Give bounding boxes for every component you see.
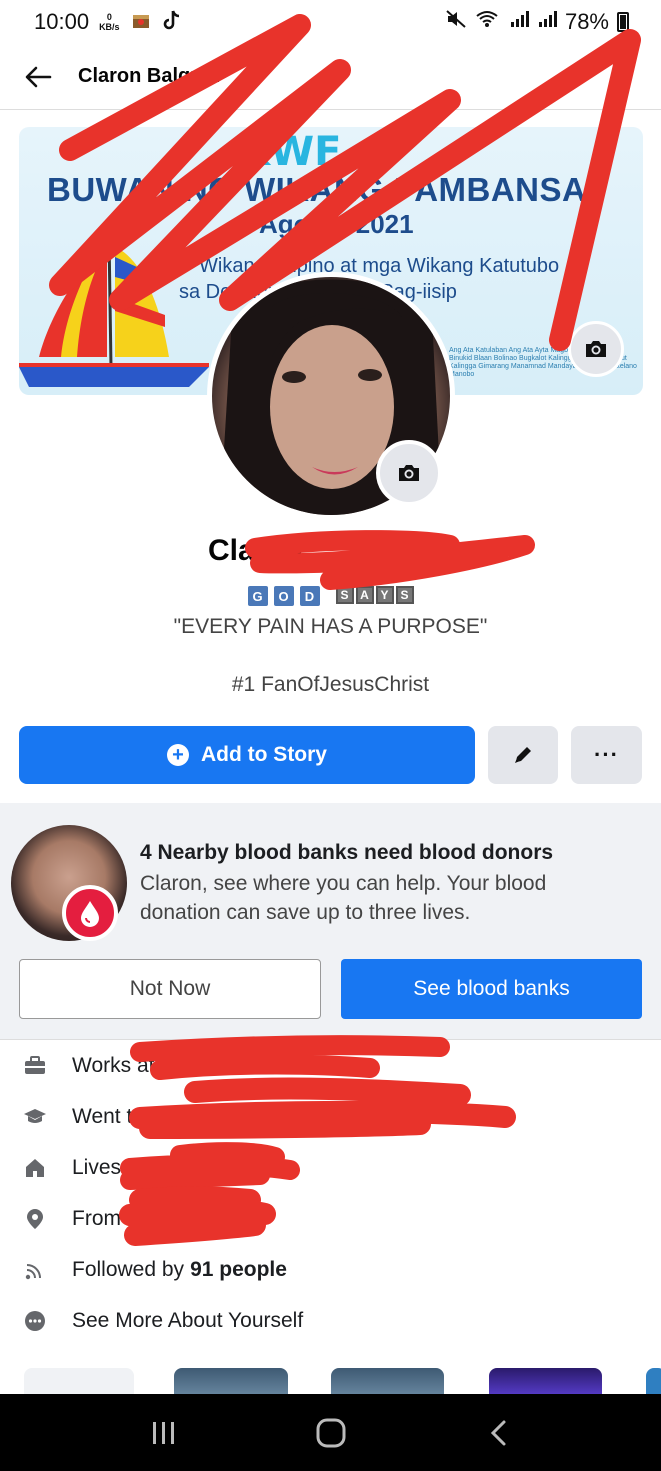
recent-apps-icon[interactable] [134,1408,194,1458]
bio-badge-letter: O [273,586,294,606]
see-more-about-link[interactable]: See More About Yourself [0,1295,661,1346]
home-button-icon[interactable] [301,1408,361,1458]
see-blood-banks-button[interactable]: See blood banks [341,959,642,1019]
detail-work[interactable]: Works at [0,1040,661,1091]
card-title: 4 Nearby blood banks need blood donors [140,841,554,864]
camera-icon [399,465,419,481]
bio-quote: "EVERY PAIN HAS A PURPOSE" [173,615,488,638]
home-icon [0,1158,72,1178]
plus-icon: + [167,744,189,766]
system-navigation-bar [0,1394,661,1471]
signal-icon-1 [509,9,529,35]
rss-icon [0,1260,72,1280]
mute-icon [445,9,467,35]
blood-donation-card: 4 Nearby blood banks need blood donors C… [0,803,661,1040]
bio-badge-letter: Y [375,586,394,604]
more-options-button[interactable]: ··· [571,726,642,784]
battery-percent: 78% [564,9,609,34]
pencil-icon [515,747,531,763]
bio-badge-letter: A [355,586,374,604]
followers-prefix: Followed by [72,1257,185,1281]
location-pin-icon [0,1208,72,1230]
status-bar: 10:00 0 KB/s 78% [0,0,661,44]
bio-badge-letter: G [247,586,268,606]
edit-profile-button[interactable] [488,726,558,784]
cover-logo: KWF [239,129,342,175]
header-profile-name: Claron Balquin [78,65,221,87]
edit-profile-picture-button[interactable] [376,440,442,506]
add-to-story-button[interactable]: + Add to Story [19,726,475,784]
profile-details: Works at Went to Lives in From Followed … [0,1040,661,1346]
bio-badge-letter: S [395,586,414,604]
tiktok-icon [162,9,182,36]
detail-education[interactable]: Went to [0,1091,661,1142]
back-nav-icon[interactable] [468,1408,528,1458]
more-options-label: ··· [594,742,619,767]
profile-name-text: Claron [207,534,303,567]
cover-headline: BUWAN NG WIKANG PAMBANSA [47,171,587,208]
detail-lives[interactable]: Lives in [0,1142,661,1193]
signal-icon-2 [537,9,557,35]
more-dots-icon [0,1310,72,1332]
not-now-button[interactable]: Not Now [19,959,321,1019]
cover-subtitle: Agosto 2021 [259,209,414,239]
data-speed-indicator: 0 KB/s [99,12,120,32]
graduation-cap-icon [0,1107,72,1127]
photo-highlights-strip [0,1366,661,1398]
profile-name: Claron [0,534,661,568]
detail-education-text: Went to [72,1104,144,1128]
detail-lives-text: Lives in [72,1155,144,1179]
cover-line-1: Wikang Filipino at mga Wikang Katutubo [199,255,560,277]
briefcase-icon [0,1055,72,1076]
bio-hashtag: #1 FanOfJesusChrist [231,673,430,696]
bio-badges: G O D S A Y S [0,586,661,606]
back-arrow-icon[interactable] [18,57,58,97]
blood-drop-icon [62,885,118,941]
detail-work-text: Works at [72,1053,155,1077]
bio-badge-letter: D [299,586,320,606]
see-more-about-text: See More About Yourself [72,1308,304,1332]
detail-from-text: From [72,1206,121,1230]
card-description: Claron, see where you can help. Your blo… [140,872,547,924]
detail-followers[interactable]: Followed by 91 people [0,1244,661,1295]
wifi-icon [475,9,501,35]
add-to-story-label: Add to Story [201,743,327,766]
data-speed-value: 0 [106,12,112,22]
sailboat-illustration [19,236,209,387]
profile-header: Claron Balquin [0,44,661,110]
status-time: 10:00 [34,9,90,34]
detail-from[interactable]: From [0,1193,661,1244]
battery-icon [617,12,629,32]
edit-cover-photo-button[interactable] [568,321,624,377]
data-speed-unit: KB/s [99,22,120,32]
camera-icon [586,341,606,357]
bio-badge-letter: S [335,586,354,604]
app-notification-icon [130,9,152,36]
bio-badge-word: S A Y S [335,586,414,606]
followers-count: 91 people [190,1257,287,1281]
